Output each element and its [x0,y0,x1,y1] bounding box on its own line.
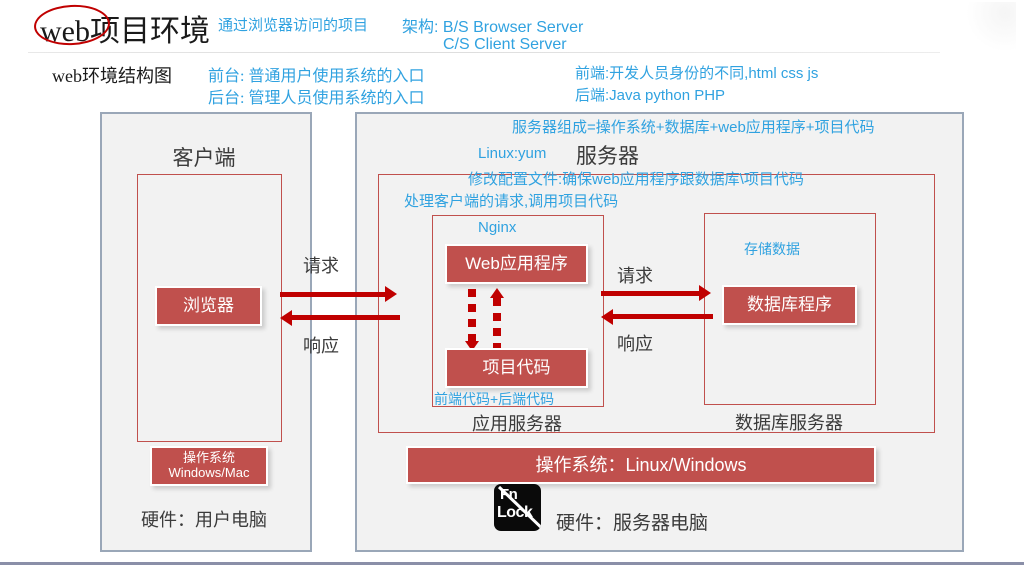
arrow-label-response-2: 响应 [617,334,653,354]
dashed-arrow-up-head-icon [490,288,504,298]
note-frontend: 前端:开发人员身份的不同,html css js [575,65,819,82]
arrow-request-1-line [280,292,386,297]
dashed-arrow-down-line [468,289,476,343]
client-hardware-label: 硬件：用户电脑 [141,510,267,530]
arrow-response-1-line [292,315,400,320]
database-program-box[interactable]: 数据库程序 [722,285,857,325]
code-composition-note: 前端代码+后端代码 [434,391,555,407]
note-back-desk: 后台: 管理人员使用系统的入口 [208,90,425,107]
fn-lock-osd-badge: Fn Lock [494,484,541,531]
app-server-caption: 应用服务器 [472,414,562,434]
web-application-box[interactable]: Web应用程序 [445,244,588,284]
arrow-request-1-head-icon [385,286,397,302]
linux-yum-note: Linux:yum [478,145,547,162]
server-os-bar[interactable]: 操作系统：Linux/Windows [406,446,876,484]
server-panel-title: 服务器 [576,145,639,168]
server-config-note: 修改配置文件:确保web应用程序跟数据库\项目代码 [468,171,804,188]
nginx-label: Nginx [478,219,517,236]
note-front-desk: 前台: 普通用户使用系统的入口 [208,68,425,85]
arrow-label-request-1: 请求 [303,256,339,276]
store-data-note: 存储数据 [744,243,800,258]
arrow-label-request-2: 请求 [617,266,653,286]
client-os-line1: 操作系统 [182,450,235,466]
dashed-arrow-up-line [493,298,501,348]
client-panel-title: 客户端 [172,147,236,170]
client-os-line2: Windows/Mac [168,465,250,480]
page-corner-curl-icon [966,2,1016,52]
arrow-response-1-head-icon [280,310,292,326]
note-backend: 后端:Java python PHP [575,87,726,104]
header-divider [28,52,940,53]
client-os-box[interactable]: 操作系统 Windows/Mac [150,446,268,486]
header-arch-bs: 架构: B/S Browser Server [402,19,584,36]
server-composition-note: 服务器组成=操作系统+数据库+web应用程序+项目代码 [512,119,875,136]
arrow-label-response-1: 响应 [303,336,339,356]
arrow-request-2-line [601,291,700,296]
subtitle: web环境结构图 [52,66,172,86]
server-hardware-label: 硬件：服务器电脑 [556,513,709,534]
diagram-canvas: web项目环境 通过浏览器访问的项目 架构: B/S Browser Serve… [0,0,1024,565]
arrow-response-2-line [613,314,713,319]
db-server-caption: 数据库服务器 [735,413,843,433]
arrow-request-2-head-icon [699,285,711,301]
header-note-browser: 通过浏览器访问的项目 [218,17,369,34]
server-handle-note: 处理客户端的请求,调用项目代码 [404,193,619,210]
project-code-box[interactable]: 项目代码 [445,348,588,388]
fn-lock-strikethrough-icon [497,485,541,530]
arrow-response-2-head-icon [601,309,613,325]
browser-box[interactable]: 浏览器 [155,286,262,326]
